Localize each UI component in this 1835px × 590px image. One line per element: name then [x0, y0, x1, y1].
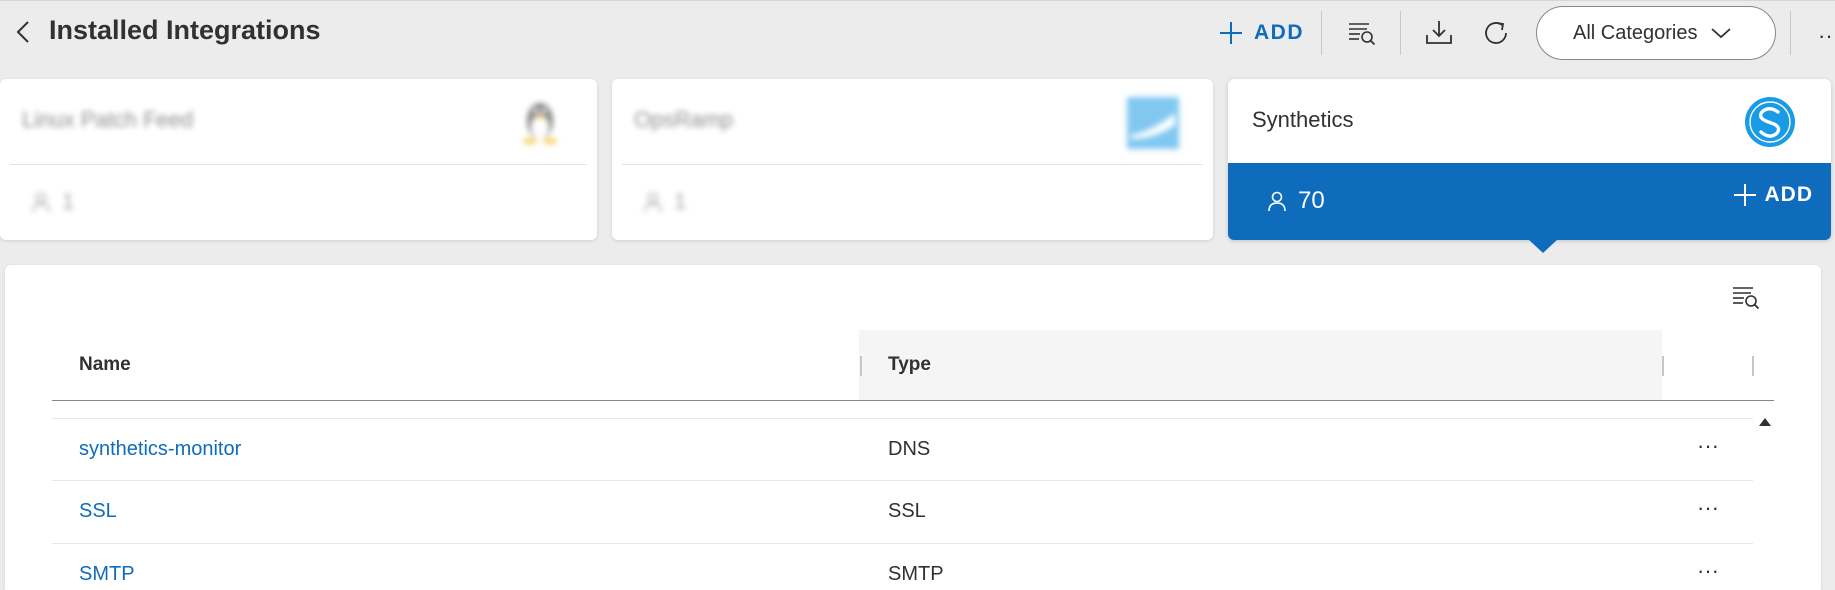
- more-options-icon[interactable]: ···: [1818, 23, 1835, 49]
- filter-search-icon[interactable]: [1730, 281, 1762, 313]
- refresh-icon[interactable]: [1480, 17, 1512, 49]
- card-name: Linux Patch Feed: [22, 107, 194, 132]
- row-more-options-icon[interactable]: ···: [1697, 433, 1719, 459]
- card-name: OpsRamp: [634, 107, 734, 132]
- integration-card-synthetics[interactable]: Synthetics 70 ADD: [1228, 79, 1831, 253]
- card-count: 1: [62, 189, 75, 214]
- category-select[interactable]: All Categories: [1536, 6, 1776, 60]
- card-stat: 1: [642, 189, 686, 215]
- card-stat: 1: [30, 189, 74, 215]
- row-name-link[interactable]: synthetics-monitor: [79, 438, 241, 461]
- table-row[interactable]: SSL SSL ···: [52, 481, 1753, 544]
- page-header: Installed Integrations ADD All Categorie…: [0, 0, 1835, 65]
- table-row[interactable]: SMTP SMTP ···: [52, 544, 1753, 590]
- row-more-options-icon[interactable]: ···: [1697, 558, 1719, 584]
- integration-card-linux[interactable]: Linux Patch Feed 1: [0, 79, 597, 240]
- add-button-label: ADD: [1254, 21, 1304, 44]
- user-icon: [644, 192, 662, 213]
- download-icon[interactable]: [1423, 17, 1455, 49]
- card-divider: [10, 164, 587, 165]
- column-header-name[interactable]: Name: [79, 354, 131, 376]
- card-count: 70: [1298, 187, 1325, 214]
- column-resize-handle[interactable]: [1752, 356, 1754, 376]
- type-column-highlight: [859, 330, 1662, 400]
- column-header-type[interactable]: Type: [888, 354, 931, 376]
- scroll-up-arrow-icon[interactable]: [1757, 415, 1773, 429]
- toolbar-divider: [1790, 11, 1791, 55]
- row-name-link[interactable]: SSL: [79, 500, 117, 523]
- filter-search-icon[interactable]: [1346, 17, 1378, 49]
- linux-tux-logo: [523, 103, 557, 145]
- instances-panel: Name Type synthetics-monitor DNS ··· SSL…: [5, 265, 1821, 590]
- selection-pointer: [1528, 239, 1558, 253]
- chevron-left-icon[interactable]: [10, 17, 36, 47]
- card-add-button[interactable]: ADD: [1733, 183, 1814, 207]
- card-action-bar: 70 ADD: [1228, 163, 1831, 240]
- table-body: synthetics-monitor DNS ··· SSL SSL ··· S…: [52, 418, 1753, 590]
- page-title: Installed Integrations: [49, 15, 321, 45]
- synthetics-logo: [1745, 97, 1795, 147]
- card-name: Synthetics: [1252, 107, 1354, 132]
- column-resize-handle[interactable]: [1662, 356, 1664, 376]
- card-add-label: ADD: [1764, 183, 1813, 206]
- integration-card-opsramp[interactable]: OpsRamp 1: [612, 79, 1213, 240]
- row-type: SMTP: [888, 563, 944, 585]
- toolbar-divider: [1321, 11, 1322, 55]
- table-row[interactable]: synthetics-monitor DNS ···: [52, 418, 1753, 481]
- plus-icon: [1220, 22, 1242, 44]
- toolbar-divider: [1400, 11, 1401, 55]
- row-type: DNS: [888, 438, 931, 460]
- user-icon: [1268, 191, 1286, 212]
- card-divider: [622, 164, 1203, 165]
- card-stat: 70: [1266, 187, 1325, 215]
- opsramp-logo: [1127, 97, 1179, 149]
- row-name-link[interactable]: SMTP: [79, 563, 135, 586]
- row-type: SSL: [888, 500, 926, 522]
- plus-icon: [1733, 184, 1756, 206]
- table-header: Name Type: [52, 330, 1774, 401]
- column-resize-handle[interactable]: [860, 356, 862, 376]
- row-more-options-icon[interactable]: ···: [1697, 495, 1719, 521]
- chevron-down-icon: [1710, 28, 1731, 39]
- category-select-value: All Categories: [1573, 21, 1698, 44]
- user-icon: [32, 192, 50, 213]
- add-integration-button[interactable]: ADD: [1218, 15, 1304, 51]
- card-count: 1: [674, 189, 687, 214]
